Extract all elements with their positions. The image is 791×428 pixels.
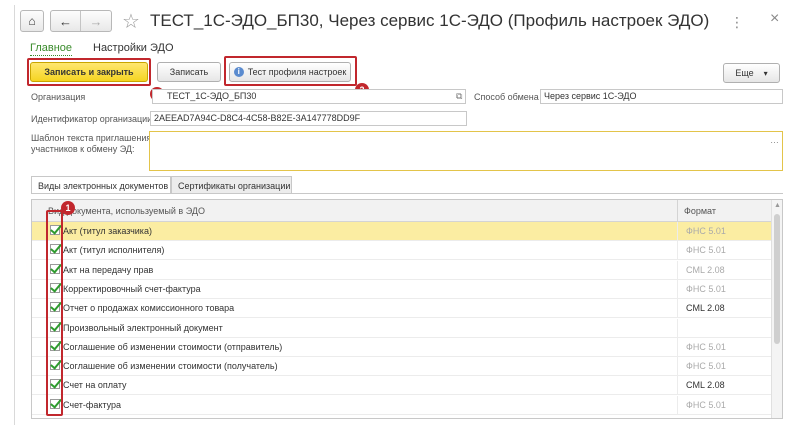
scroll-indicator-icon: … xyxy=(770,135,779,145)
table-row[interactable]: Соглашение об изменении стоимости (получ… xyxy=(32,357,772,377)
row-format: ФНС 5.01 xyxy=(686,399,726,410)
row-divider xyxy=(677,260,678,279)
invite-template-label-line1: Шаблон текста приглашения xyxy=(31,133,152,143)
vertical-scrollbar[interactable]: ▲ xyxy=(771,200,782,418)
column-divider xyxy=(677,200,678,221)
scroll-up-icon[interactable]: ▲ xyxy=(774,202,781,209)
more-vertical-icon[interactable]: ⋮ xyxy=(730,14,745,31)
table-row[interactable]: Акт (титул заказчика) ФНС 5.01 xyxy=(32,222,772,241)
favorite-star-icon[interactable]: ☆ xyxy=(122,9,140,34)
row-format: ФНС 5.01 xyxy=(686,226,726,236)
org-id-field[interactable]: 2AEEAD7A94C-D8C4-4C58-B82E-3A147778DD9F xyxy=(150,111,467,126)
row-doc-type: Корректировочный счет-фактура xyxy=(63,283,201,294)
save-button[interactable]: Записать xyxy=(157,62,221,82)
row-divider xyxy=(677,318,678,337)
row-divider xyxy=(677,395,678,414)
exchange-method-label: Способ обмена xyxy=(474,92,539,102)
section-link-main[interactable]: Главное xyxy=(30,42,73,56)
section-link-edo-settings[interactable]: Настройки ЭДО xyxy=(93,42,174,54)
row-format: ФНС 5.01 xyxy=(686,361,726,372)
row-format: CML 2.08 xyxy=(686,380,725,391)
org-label: Организация xyxy=(31,92,86,102)
row-divider xyxy=(677,337,678,356)
invite-template-textarea[interactable]: … xyxy=(149,131,783,171)
more-label: Еще xyxy=(735,68,754,78)
close-icon[interactable]: × xyxy=(770,10,779,28)
row-doc-type: Акт на передачу прав xyxy=(63,264,154,275)
back-button[interactable]: ← xyxy=(51,11,82,31)
history-nav: ← → xyxy=(50,10,112,32)
row-doc-type: Счет-фактура xyxy=(63,399,121,410)
column-header-format[interactable]: Формат xyxy=(684,206,716,216)
row-doc-type: Произвольный электронный документ xyxy=(63,322,223,333)
row-divider xyxy=(677,241,678,260)
chevron-down-icon: ▾ xyxy=(763,68,768,78)
org-field[interactable]: ТЕСТ_1С-ЭДО_БП30 xyxy=(152,89,466,104)
table-header: Вид документа, используемый в ЭДО Формат xyxy=(32,200,772,222)
row-doc-type: Соглашение об изменении стоимости (получ… xyxy=(63,361,278,372)
scrollbar-thumb[interactable] xyxy=(774,214,780,344)
row-doc-type: Соглашение об изменении стоимости (отпра… xyxy=(63,341,283,352)
tabs-divider xyxy=(31,193,783,194)
table-row[interactable]: Произвольный электронный документ xyxy=(32,318,772,338)
row-format: ФНС 5.01 xyxy=(686,341,726,352)
tab-document-types[interactable]: Виды электронных документов xyxy=(31,176,171,194)
table-row[interactable]: Корректировочный счет-фактура ФНС 5.01 xyxy=(32,279,772,299)
row-divider xyxy=(677,376,678,395)
home-button[interactable]: ⌂ xyxy=(20,10,44,32)
row-format: CML 2.08 xyxy=(686,303,725,314)
row-doc-type: Акт (титул исполнителя) xyxy=(63,245,165,256)
row-divider xyxy=(677,357,678,376)
document-types-table: Вид документа, используемый в ЭДО Формат… xyxy=(31,199,783,419)
row-doc-type: Акт (титул заказчика) xyxy=(63,226,152,236)
tab-certificates[interactable]: Сертификаты организации xyxy=(171,176,292,194)
invite-template-label-line2: участников к обмену ЭД: xyxy=(31,144,135,154)
table-row[interactable]: Акт на передачу прав CML 2.08 xyxy=(32,260,772,280)
table-row[interactable]: Отчет о продажах комиссионного товара CML… xyxy=(32,299,772,319)
table-row[interactable]: Соглашение об изменении стоимости (отпра… xyxy=(32,337,772,357)
row-format: CML 2.08 xyxy=(686,264,725,275)
row-divider xyxy=(677,299,678,318)
arrow-right-icon: → xyxy=(89,13,103,29)
table-row[interactable]: Счет-фактура ФНС 5.01 xyxy=(32,395,772,415)
row-divider xyxy=(677,279,678,298)
row-divider xyxy=(677,222,678,240)
highlight-save-and-close xyxy=(27,58,151,86)
window-title: ТЕСТ_1С-ЭДО_БП30, Через сервис 1С-ЭДО (П… xyxy=(150,11,710,30)
highlight-test-profile xyxy=(224,56,357,86)
table-row[interactable]: Акт (титул исполнителя) ФНС 5.01 xyxy=(32,241,772,261)
home-icon: ⌂ xyxy=(28,14,36,28)
forward-button[interactable]: → xyxy=(81,11,111,31)
arrow-left-icon: ← xyxy=(59,13,72,29)
row-doc-type: Счет на оплату xyxy=(63,380,127,391)
exchange-method-field[interactable]: Через сервис 1С-ЭДО xyxy=(540,89,783,104)
highlight-checkbox-column xyxy=(46,210,63,416)
row-doc-type: Отчет о продажах комиссионного товара xyxy=(63,303,235,314)
more-button[interactable]: Еще ▾ xyxy=(723,63,780,83)
open-icon[interactable]: ⧉ xyxy=(456,91,462,102)
callout-badge-1: 1 xyxy=(61,201,75,215)
row-format: ФНС 5.01 xyxy=(686,245,726,256)
org-id-label: Идентификатор организации: xyxy=(31,114,155,124)
row-format: ФНС 5.01 xyxy=(686,283,726,294)
table-row[interactable]: Счет на оплату CML 2.08 xyxy=(32,376,772,396)
